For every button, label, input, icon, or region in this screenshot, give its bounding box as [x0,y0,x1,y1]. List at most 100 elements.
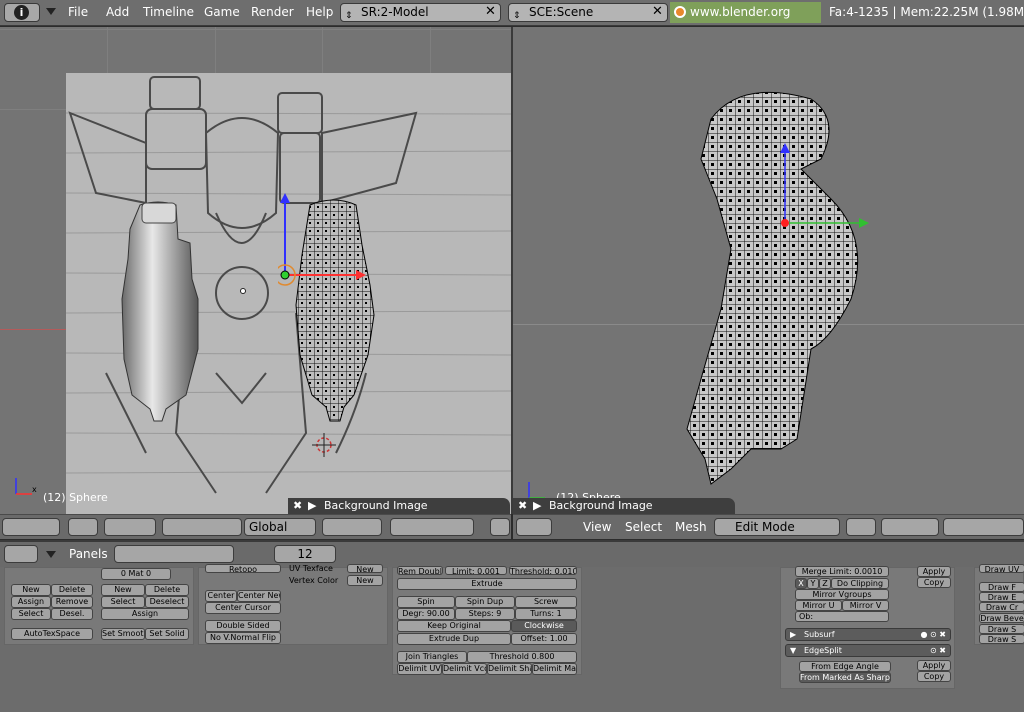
spin-dup-button[interactable]: Spin Dup [455,596,515,608]
mode-select[interactable]: Edit Mode [714,518,840,536]
from-marked-sharp-toggle[interactable]: From Marked As Sharp [799,672,891,683]
mirror-vgroups-toggle[interactable]: Mirror Vgroups [795,589,889,600]
delimit-ma-toggle[interactable]: Delimit Ma [532,663,577,675]
apply-button[interactable]: Apply [917,566,951,577]
material-deselect-button[interactable]: Deselect [145,596,189,608]
subsurf-modifier[interactable]: ▶ Subsurf ● ⊙ ✖ [785,628,951,641]
limit-field[interactable]: Limit: 0.001 [445,566,507,575]
subsurf-name[interactable]: Subsurf [804,630,835,639]
offset-field[interactable]: Offset: 1.00 [511,633,577,645]
threshold-field[interactable]: Threshold: 0.010 [509,566,577,575]
autotexspace-toggle[interactable]: AutoTexSpace [11,628,93,640]
screw-button[interactable]: Screw [515,596,577,608]
axis-x-toggle[interactable]: X [795,578,807,589]
magnet-icon[interactable] [881,518,939,536]
info-button[interactable]: i [4,3,40,22]
scene-selector[interactable]: ⇕ SCE:Scene ✕ [508,3,668,22]
frame-counter[interactable]: 12 [274,545,336,563]
magnet-icon[interactable] [104,518,156,536]
menu-timeline[interactable]: Timeline [143,5,194,19]
copy-button[interactable]: Copy [917,577,951,588]
vgroup-new-button[interactable]: New [11,584,51,596]
select-mode-icons[interactable] [390,518,474,536]
threshold2-field[interactable]: Threshold 0.800 [467,651,577,663]
background-image-panel[interactable]: ✖ ▶ Background Image [288,498,510,514]
expand-icon[interactable]: ▶ [790,629,796,640]
orientation-select[interactable]: Global [244,518,316,536]
menu-mesh[interactable]: Mesh [675,520,707,534]
context-buttons[interactable] [114,545,234,563]
retopo-toggle[interactable]: Retopo [205,564,281,573]
menu-file[interactable]: File [68,5,88,19]
delimit-sha-toggle[interactable]: Delimit Sha [487,663,532,675]
vgroup-assign-button[interactable]: Assign [11,596,51,608]
rem-doubles-button[interactable]: Rem Doubl [397,566,443,575]
menu-view[interactable]: View [583,520,611,534]
screen-selector[interactable]: ⇕ SR:2-Model ✕ [340,3,501,22]
set-solid-button[interactable]: Set Solid [145,628,189,640]
join-triangles-button[interactable]: Join Triangles [397,651,467,663]
draw-bevel-toggle[interactable]: Draw Beve [979,613,1024,623]
close-panel-icon[interactable]: ✖ [293,498,302,513]
from-edge-angle-toggle[interactable]: From Edge Angle [799,661,891,672]
editor-type-icon[interactable] [4,545,38,563]
center-cursor-button[interactable]: Center Cursor [205,602,281,614]
manipulator-hand-icon[interactable] [943,518,1024,536]
delimit-vco-toggle[interactable]: Delimit Vco [442,663,487,675]
draw-uv-toggle[interactable]: Draw UV [979,564,1024,573]
degr-field[interactable]: Degr: 90.00 [397,608,455,620]
transform-manipulator[interactable] [274,187,378,287]
draw-type-icon[interactable] [846,518,876,536]
collapse-menu-icon[interactable] [46,551,56,558]
edgesplit-name[interactable]: EdgeSplit [804,646,842,655]
double-sided-toggle[interactable]: Double Sided [205,620,281,632]
material-new-button[interactable]: New [101,584,145,596]
draw-edges-toggle[interactable]: Draw E [979,592,1024,602]
material-assign-button[interactable]: Assign [101,608,189,620]
material-delete-button[interactable]: Delete [145,584,189,596]
render-icon[interactable] [490,518,510,536]
draw-type-select[interactable] [2,518,60,536]
menu-game[interactable]: Game [204,5,240,19]
vgroup-deselect-button[interactable]: Desel. [51,608,93,620]
uv-new-button[interactable]: New [347,564,383,573]
background-image-panel[interactable]: ✖ ▶ Background Image [513,498,735,514]
close-panel-icon[interactable]: ✖ [518,498,527,513]
no-vnormal-flip-toggle[interactable]: No V.Normal Flip [205,632,281,644]
copy-button-2[interactable]: Copy [917,671,951,682]
center-new-button[interactable]: Center New [237,590,281,602]
turns-field[interactable]: Turns: 1 [515,608,577,620]
editor-type-icon[interactable] [516,518,552,536]
modifier-controls-icon[interactable]: ⊙ ✖ [930,645,946,656]
expand-panel-icon[interactable]: ▶ [533,498,541,513]
mirror-v-toggle[interactable]: Mirror V [842,600,889,611]
draw-sharp-toggle[interactable]: Draw S [979,634,1024,644]
mirror-u-toggle[interactable]: Mirror U [795,600,842,611]
merge-limit-field[interactable]: Merge Limit: 0.0010 [795,566,889,577]
axis-z-toggle[interactable]: Z [819,578,831,589]
material-index[interactable]: 0 Mat 0 [101,568,171,580]
pivot-icon[interactable] [322,518,382,536]
collapse-icon[interactable]: ▼ [790,645,796,656]
do-clipping-toggle[interactable]: Do Clipping [831,578,889,589]
delimit-uv-toggle[interactable]: Delimit UV [397,663,442,675]
draw-seams-toggle[interactable]: Draw S [979,624,1024,634]
manipulator-hand-icon[interactable] [162,518,242,536]
vcol-new-button[interactable]: New [347,575,383,586]
draw-creases-toggle[interactable]: Draw Cr [979,602,1024,612]
vgroup-select-button[interactable]: Select [11,608,51,620]
screen-browse-icon[interactable]: ⇕ [345,8,353,25]
vgroup-remove-button[interactable]: Remove [51,596,93,608]
menu-help[interactable]: Help [306,5,333,19]
3d-viewport-perspective[interactable]: (12) Sphere ✖ ▶ Background Image [513,27,1024,514]
keep-original-toggle[interactable]: Keep Original [397,620,511,632]
material-select-button[interactable]: Select [101,596,145,608]
menu-select[interactable]: Select [625,520,662,534]
vgroup-delete-button[interactable]: Delete [51,584,93,596]
apply-button-2[interactable]: Apply [917,660,951,671]
scene-delete-icon[interactable]: ✕ [650,5,665,20]
screen-name[interactable]: SR:2-Model [361,5,429,19]
axis-y-toggle[interactable]: Y [807,578,819,589]
expand-panel-icon[interactable]: ▶ [308,498,316,513]
extrude-button[interactable]: Extrude [397,578,577,590]
